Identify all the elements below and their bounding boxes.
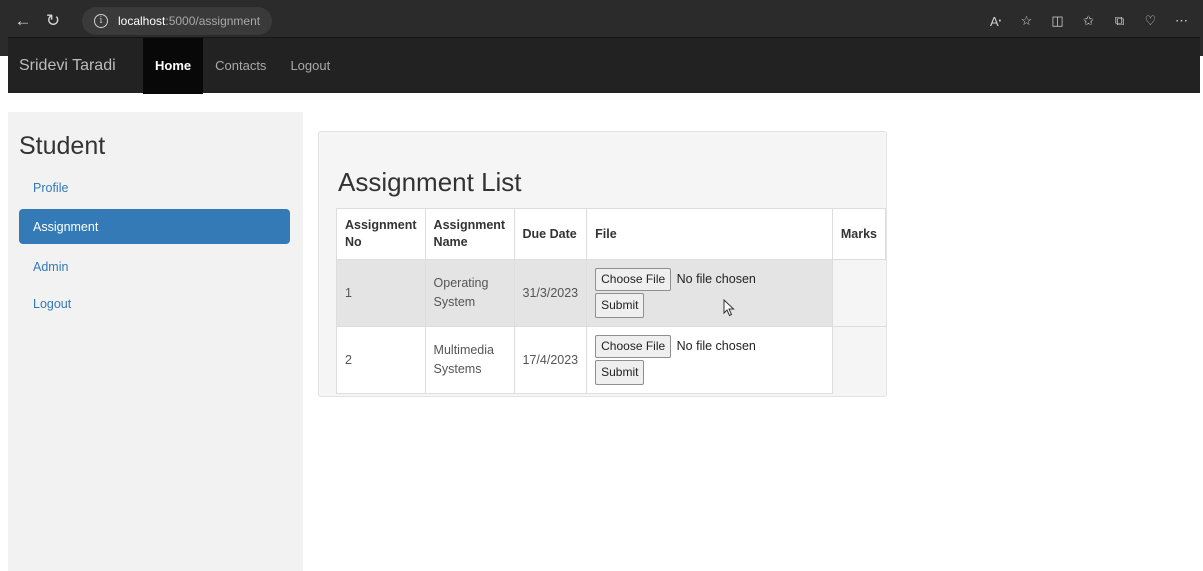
address-bar[interactable]: i localhost:5000/assignment — [82, 7, 272, 35]
back-arrow-icon[interactable]: ← — [8, 7, 38, 35]
page-title: Assignment List — [338, 167, 522, 197]
app-navbar: Sridevi Taradi Home Contacts Logout — [8, 37, 1200, 94]
cell-marks — [831, 259, 886, 327]
assignment-table: Assignment No Assignment Name Due Date F… — [336, 208, 887, 394]
address-host: localhost — [118, 14, 166, 28]
choose-file-button[interactable]: Choose File — [595, 268, 672, 291]
column-header-no: Assignment No — [336, 208, 426, 260]
sidebar-title: Student — [19, 132, 106, 160]
cell-file: Choose File No file chosen Submit — [586, 259, 833, 327]
favorites-list-icon[interactable]: ✩ — [1073, 7, 1104, 35]
collections-icon[interactable]: ⧉ — [1104, 7, 1135, 35]
column-header-due: Due Date — [513, 208, 588, 260]
table-header-row: Assignment No Assignment Name Due Date F… — [336, 208, 887, 260]
site-info-icon[interactable]: i — [94, 14, 108, 28]
sidebar-item-logout[interactable]: Logout — [19, 286, 290, 321]
mouse-cursor-icon — [723, 299, 735, 317]
cell-marks — [831, 326, 886, 394]
submit-button[interactable]: Submit — [595, 293, 645, 318]
more-menu-icon[interactable]: ⋯ — [1166, 7, 1197, 35]
nav-home[interactable]: Home — [143, 37, 204, 94]
cell-name: Operating System — [424, 259, 515, 327]
nav-contacts[interactable]: Contacts — [203, 38, 278, 94]
cell-no: 1 — [336, 259, 426, 327]
cell-no: 2 — [336, 326, 426, 394]
refresh-icon[interactable]: ↻ — [38, 7, 68, 35]
browser-essentials-icon[interactable]: ♡ — [1135, 7, 1166, 35]
cell-name: Multimedia Systems — [424, 326, 515, 394]
column-header-file: File — [586, 208, 833, 260]
cell-file: Choose File No file chosen Submit — [586, 326, 833, 394]
read-aloud-icon[interactable]: A • — [980, 7, 1011, 35]
cell-due: 17/4/2023 — [513, 326, 588, 394]
sidebar: Student Profile Assignment Admin Logout — [8, 112, 303, 571]
navbar-brand[interactable]: Sridevi Taradi — [8, 57, 143, 75]
sidebar-item-admin[interactable]: Admin — [19, 249, 290, 284]
cell-due: 31/3/2023 — [513, 259, 588, 327]
file-status: No file chosen — [676, 272, 756, 286]
choose-file-button[interactable]: Choose File — [595, 335, 672, 358]
split-screen-icon[interactable]: ◫ — [1042, 7, 1073, 35]
favorite-star-icon[interactable]: ☆ — [1011, 7, 1042, 35]
nav-logout[interactable]: Logout — [278, 38, 342, 94]
table-row: 2 Multimedia Systems 17/4/2023 Choose Fi… — [336, 326, 886, 394]
assignment-panel: Assignment List Assignment No Assignment… — [318, 131, 887, 397]
browser-actions: A • ☆ ◫ ✩ ⧉ ♡ ⋯ — [980, 7, 1197, 35]
sidebar-item-assignment[interactable]: Assignment — [19, 209, 290, 244]
column-header-name: Assignment Name — [424, 208, 515, 260]
sidebar-item-profile[interactable]: Profile — [19, 170, 290, 205]
submit-button[interactable]: Submit — [595, 360, 645, 385]
table-row: 1 Operating System 31/3/2023 Choose File… — [336, 259, 886, 327]
file-status: No file chosen — [676, 339, 756, 353]
column-header-marks: Marks — [831, 208, 887, 260]
address-path: :5000/assignment — [165, 14, 261, 28]
